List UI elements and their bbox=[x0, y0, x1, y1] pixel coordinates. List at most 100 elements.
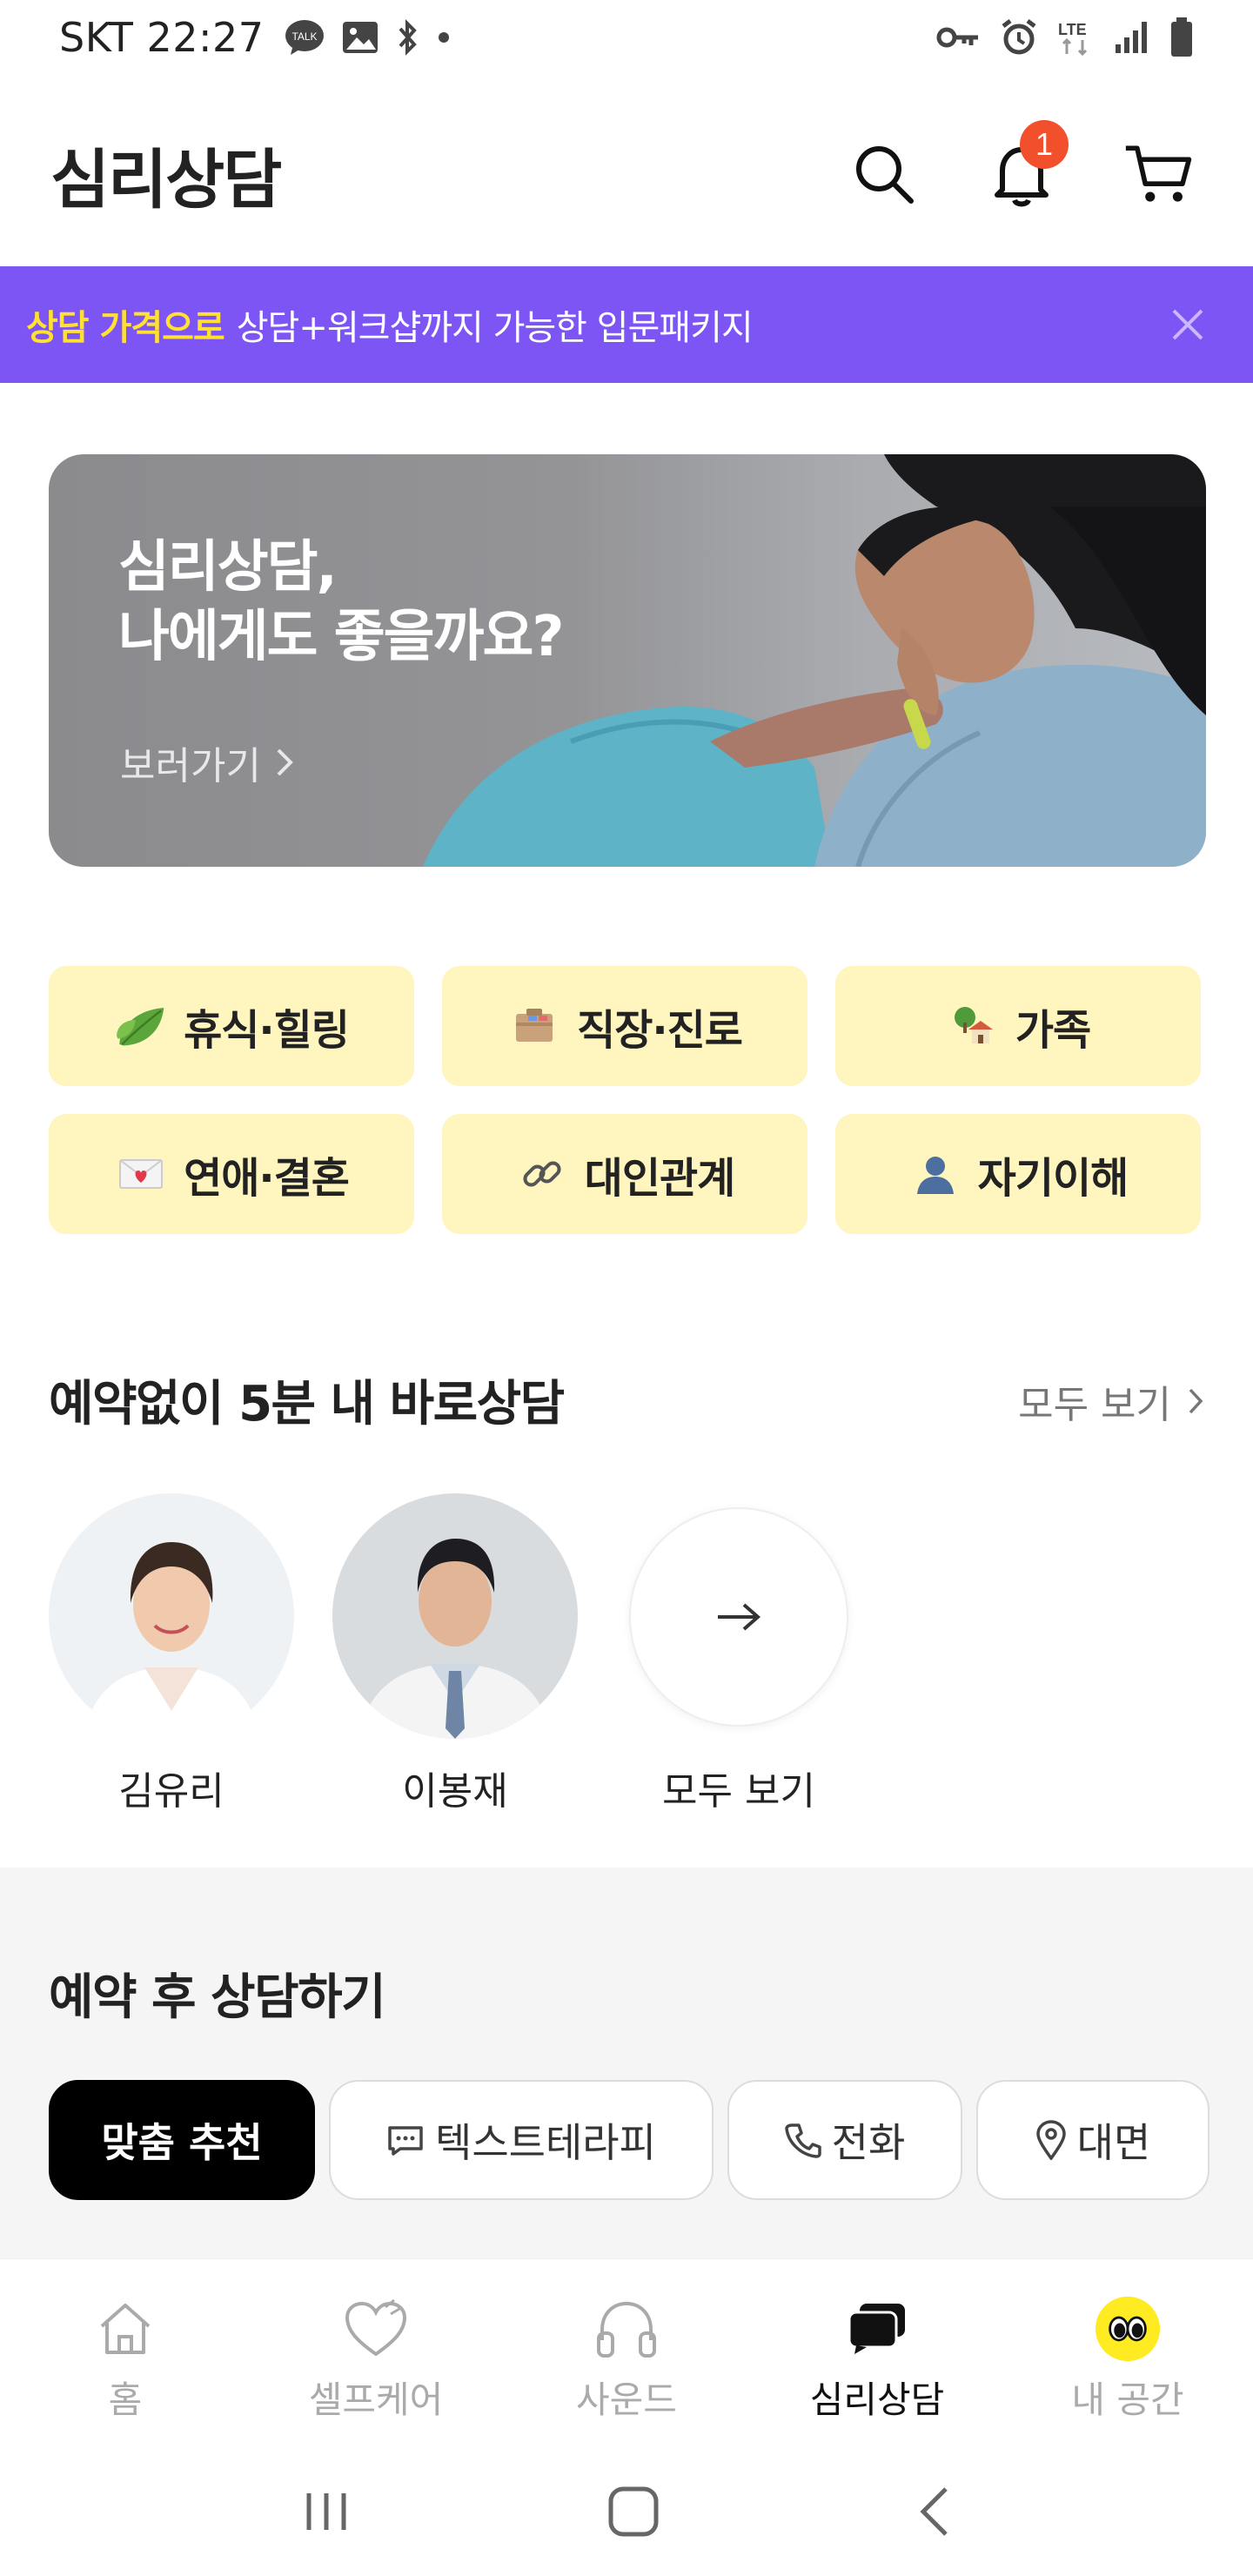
page-title: 심리상담 bbox=[50, 142, 282, 218]
dot-icon bbox=[438, 32, 449, 43]
recent-apps-icon bbox=[306, 2493, 346, 2530]
home-icon bbox=[92, 2296, 158, 2362]
bottom-navigation: 홈 셀프케어 사운드 심리상담 내 공간 bbox=[0, 2259, 1253, 2451]
cart-icon bbox=[1125, 145, 1192, 202]
search-button[interactable] bbox=[849, 139, 919, 209]
app-header: 심리상담 1 bbox=[0, 104, 1253, 244]
hero-heading: 심리상담, 나에게도 좋을까요? bbox=[118, 533, 564, 672]
category-love-marriage[interactable]: 연애·결혼 bbox=[49, 1114, 414, 1234]
nav-counseling[interactable]: 심리상담 bbox=[752, 2259, 1002, 2451]
nav-selfcare[interactable]: 셀프케어 bbox=[251, 2259, 501, 2451]
recent-apps-button[interactable] bbox=[302, 2490, 351, 2537]
nav-label: 셀프케어 bbox=[308, 2378, 444, 2421]
close-icon bbox=[1172, 309, 1203, 340]
nav-sound[interactable]: 사운드 bbox=[501, 2259, 752, 2451]
system-navigation-bar bbox=[0, 2451, 1253, 2576]
category-label: 자기이해 bbox=[977, 1154, 1129, 1203]
home-square-icon bbox=[608, 2486, 659, 2537]
hero-link[interactable]: 보러가기 bbox=[120, 735, 294, 790]
headphones-icon bbox=[593, 2296, 660, 2362]
chevron-right-icon bbox=[1189, 1388, 1203, 1414]
category-relationships[interactable]: 대인관계 bbox=[442, 1114, 807, 1234]
arrow-right-icon bbox=[718, 1603, 761, 1631]
status-right-icons: LTE bbox=[936, 17, 1194, 57]
category-grid: 휴식·힐링 직장·진로 가족 연애·결혼 대인관계 자기이해 bbox=[49, 966, 1203, 1234]
person-icon bbox=[908, 1147, 962, 1201]
nav-label: 홈 bbox=[108, 2378, 143, 2421]
category-rest-healing[interactable]: 휴식·힐링 bbox=[49, 966, 414, 1086]
cart-button[interactable] bbox=[1124, 139, 1194, 209]
svg-text:TALK: TALK bbox=[291, 30, 317, 43]
header-actions: 1 bbox=[849, 120, 1194, 209]
hero-line-2: 나에게도 좋을까요? bbox=[118, 605, 564, 669]
alarm-icon bbox=[1002, 19, 1036, 55]
briefcase-icon bbox=[507, 999, 561, 1053]
nav-label: 사운드 bbox=[576, 2378, 677, 2421]
carrier-time: SKT 22:27 bbox=[59, 14, 265, 61]
key-icon bbox=[936, 27, 978, 48]
counselor-name: 김유리 bbox=[118, 1769, 224, 1814]
nav-my-space[interactable]: 내 공간 bbox=[1002, 2259, 1253, 2451]
counselor-card[interactable]: 김유리 bbox=[49, 1493, 294, 1815]
nav-home[interactable]: 홈 bbox=[0, 2259, 251, 2451]
chip-label: 맞춤 추천 bbox=[101, 2119, 263, 2166]
category-label: 휴식·힐링 bbox=[184, 1006, 350, 1055]
see-all-circle[interactable] bbox=[629, 1507, 848, 1727]
house-icon bbox=[946, 999, 1000, 1053]
phone-icon bbox=[784, 2123, 821, 2158]
eyes-avatar-icon bbox=[1095, 2296, 1161, 2362]
signal-icon bbox=[1116, 22, 1147, 53]
nav-label: 심리상담 bbox=[809, 2378, 945, 2421]
category-label: 연애·결혼 bbox=[184, 1154, 350, 1203]
chip-in-person[interactable]: 대면 bbox=[976, 2080, 1209, 2200]
instant-consult-title: 예약없이 5분 내 바로상담 bbox=[49, 1376, 565, 1432]
leaf-icon bbox=[114, 999, 168, 1053]
reservation-section bbox=[0, 1868, 1253, 2259]
bluetooth-icon bbox=[399, 19, 417, 56]
see-all-counselors[interactable]: 모두 보기 bbox=[616, 1493, 861, 1815]
reservation-filter-chips: 맞춤 추천 텍스트테라피 전화 대면 bbox=[49, 2080, 1209, 2200]
kakaotalk-icon: TALK bbox=[285, 20, 324, 55]
chip-text-therapy[interactable]: 텍스트테라피 bbox=[329, 2080, 714, 2200]
status-bar: SKT 22:27 TALK LTE bbox=[0, 0, 1253, 75]
notification-badge: 1 bbox=[1020, 120, 1069, 169]
hero-link-label: 보러가기 bbox=[120, 744, 261, 788]
hero-banner[interactable]: 심리상담, 나에게도 좋을까요? 보러가기 bbox=[49, 454, 1206, 867]
category-label: 대인관계 bbox=[584, 1154, 736, 1203]
svg-text:LTE: LTE bbox=[1058, 21, 1087, 38]
instant-see-all-link[interactable]: 모두 보기 bbox=[1018, 1373, 1204, 1429]
counselor-avatar bbox=[49, 1493, 294, 1739]
promo-banner[interactable]: 상담 가격으로 상담+워크샵까지 가능한 입문패키지 bbox=[0, 266, 1253, 383]
location-icon bbox=[1035, 2120, 1066, 2160]
hero-line-1: 심리상담, bbox=[118, 535, 338, 600]
chip-label: 텍스트테라피 bbox=[435, 2119, 656, 2166]
home-system-button[interactable] bbox=[607, 2485, 660, 2541]
promo-close-button[interactable] bbox=[1166, 303, 1209, 346]
category-label: 직장·진로 bbox=[577, 1006, 743, 1055]
category-family[interactable]: 가족 bbox=[835, 966, 1201, 1086]
love-letter-icon bbox=[114, 1147, 168, 1201]
see-all-label: 모두 보기 bbox=[1018, 1383, 1171, 1427]
nav-label: 내 공간 bbox=[1071, 2378, 1184, 2421]
chat-icon bbox=[388, 2126, 423, 2156]
notifications-button[interactable]: 1 bbox=[987, 120, 1069, 209]
gallery-icon bbox=[342, 22, 378, 53]
category-work-career[interactable]: 직장·진로 bbox=[442, 966, 807, 1086]
promo-highlight: 상담 가격으로 bbox=[26, 308, 225, 348]
status-left-icons: TALK bbox=[284, 18, 451, 57]
chat-bubbles-icon bbox=[844, 2296, 910, 2362]
chip-phone[interactable]: 전화 bbox=[727, 2080, 962, 2200]
chip-custom-recommend[interactable]: 맞춤 추천 bbox=[49, 2080, 315, 2200]
chip-label: 대면 bbox=[1076, 2119, 1151, 2166]
heart-icon bbox=[343, 2296, 409, 2362]
lte-icon: LTE bbox=[1058, 21, 1088, 57]
counselor-card[interactable]: 이봉재 bbox=[332, 1493, 578, 1815]
reservation-title: 예약 후 상담하기 bbox=[49, 1969, 386, 2026]
battery-icon bbox=[1171, 17, 1192, 57]
promo-text: 상담+워크샵까지 가능한 입문패키지 bbox=[236, 308, 754, 348]
link-icon bbox=[515, 1147, 569, 1201]
see-all-counselors-label: 모두 보기 bbox=[662, 1769, 815, 1814]
category-label: 가족 bbox=[1015, 1006, 1091, 1055]
back-system-button[interactable] bbox=[916, 2485, 951, 2541]
category-self-understanding[interactable]: 자기이해 bbox=[835, 1114, 1201, 1234]
